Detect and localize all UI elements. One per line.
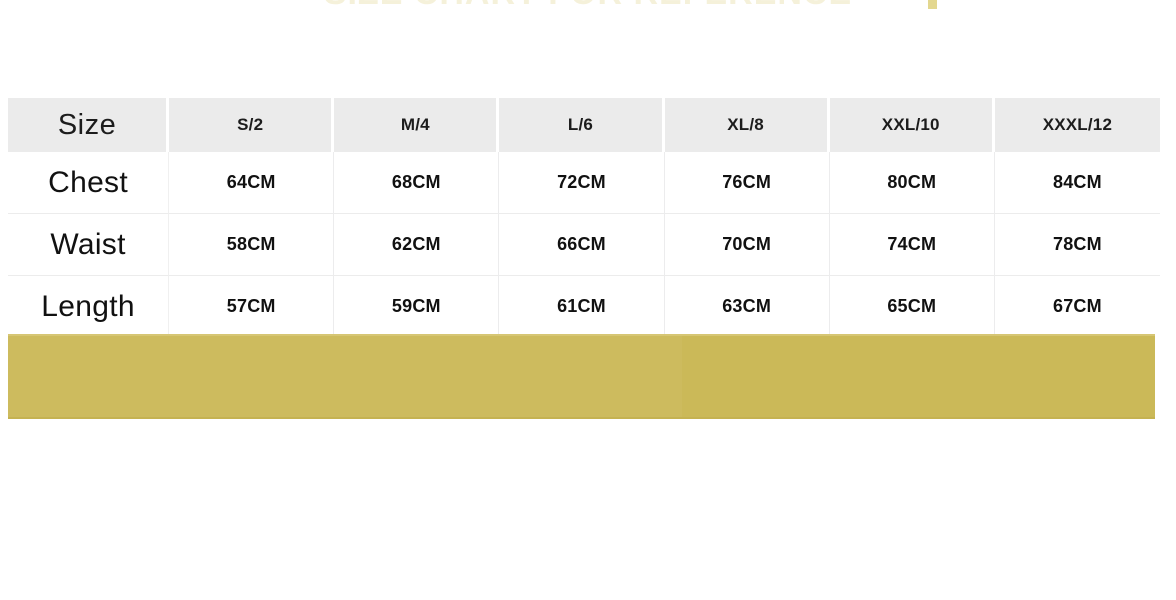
cell-length-xxxl12: 67CM: [994, 276, 1160, 337]
cell-waist-l6: 66CM: [499, 214, 665, 276]
cell-chest-xl8: 76CM: [664, 152, 830, 214]
cell-waist-s2: 58CM: [169, 214, 335, 276]
row-label-waist: Waist: [8, 214, 170, 276]
column-header-xxxl12: XXXL/12: [994, 98, 1160, 152]
table-row: Length 57CM 59CM 61CM 63CM 65CM 67CM: [8, 276, 1160, 337]
table-row: Chest 64CM 68CM 72CM 76CM 80CM 84CM: [8, 152, 1160, 214]
table-row: Waist 58CM 62CM 66CM 70CM 74CM 78CM: [8, 214, 1160, 276]
cell-length-s2: 57CM: [169, 276, 335, 337]
size-chart-table: Size S/2 M/4 L/6 XL/8 XXL/10 XXXL/12 Che…: [8, 98, 1160, 337]
banner-title-strip: SIZE CHART FOR REFERENCE: [0, 0, 1176, 11]
gold-banner-bottom-edge: [8, 417, 1155, 419]
column-header-xxl10: XXL/10: [829, 98, 995, 152]
cell-waist-xxxl12: 78CM: [994, 214, 1160, 276]
row-label-length: Length: [8, 276, 170, 337]
column-header-m4: M/4: [334, 98, 500, 152]
gold-banner-left-panel: [8, 334, 682, 419]
cell-waist-m4: 62CM: [334, 214, 500, 276]
banner-accent-dot: [928, 0, 937, 9]
banner-title: SIZE CHART FOR REFERENCE: [0, 0, 1176, 11]
gold-banner-block: [8, 334, 1155, 419]
cell-chest-xxl10: 80CM: [829, 152, 995, 214]
table-header-row: Size S/2 M/4 L/6 XL/8 XXL/10 XXXL/12: [8, 98, 1160, 152]
gold-banner-right-panel: [682, 334, 1155, 419]
column-header-l6: L/6: [499, 98, 665, 152]
size-chart-body: Chest 64CM 68CM 72CM 76CM 80CM 84CM Wais…: [8, 152, 1160, 337]
row-label-chest: Chest: [8, 152, 170, 214]
cell-chest-l6: 72CM: [499, 152, 665, 214]
gold-banner-top-edge: [8, 334, 1155, 336]
cell-waist-xl8: 70CM: [664, 214, 830, 276]
cell-chest-xxxl12: 84CM: [994, 152, 1160, 214]
cell-waist-xxl10: 74CM: [829, 214, 995, 276]
column-header-s2: S/2: [169, 98, 335, 152]
cell-length-m4: 59CM: [334, 276, 500, 337]
cell-length-l6: 61CM: [499, 276, 665, 337]
column-header-xl8: XL/8: [664, 98, 830, 152]
cell-length-xl8: 63CM: [664, 276, 830, 337]
column-header-size: Size: [8, 98, 170, 152]
cell-length-xxl10: 65CM: [829, 276, 995, 337]
size-chart-header: Size S/2 M/4 L/6 XL/8 XXL/10 XXXL/12: [8, 98, 1160, 152]
cell-chest-m4: 68CM: [334, 152, 500, 214]
cell-chest-s2: 64CM: [169, 152, 335, 214]
